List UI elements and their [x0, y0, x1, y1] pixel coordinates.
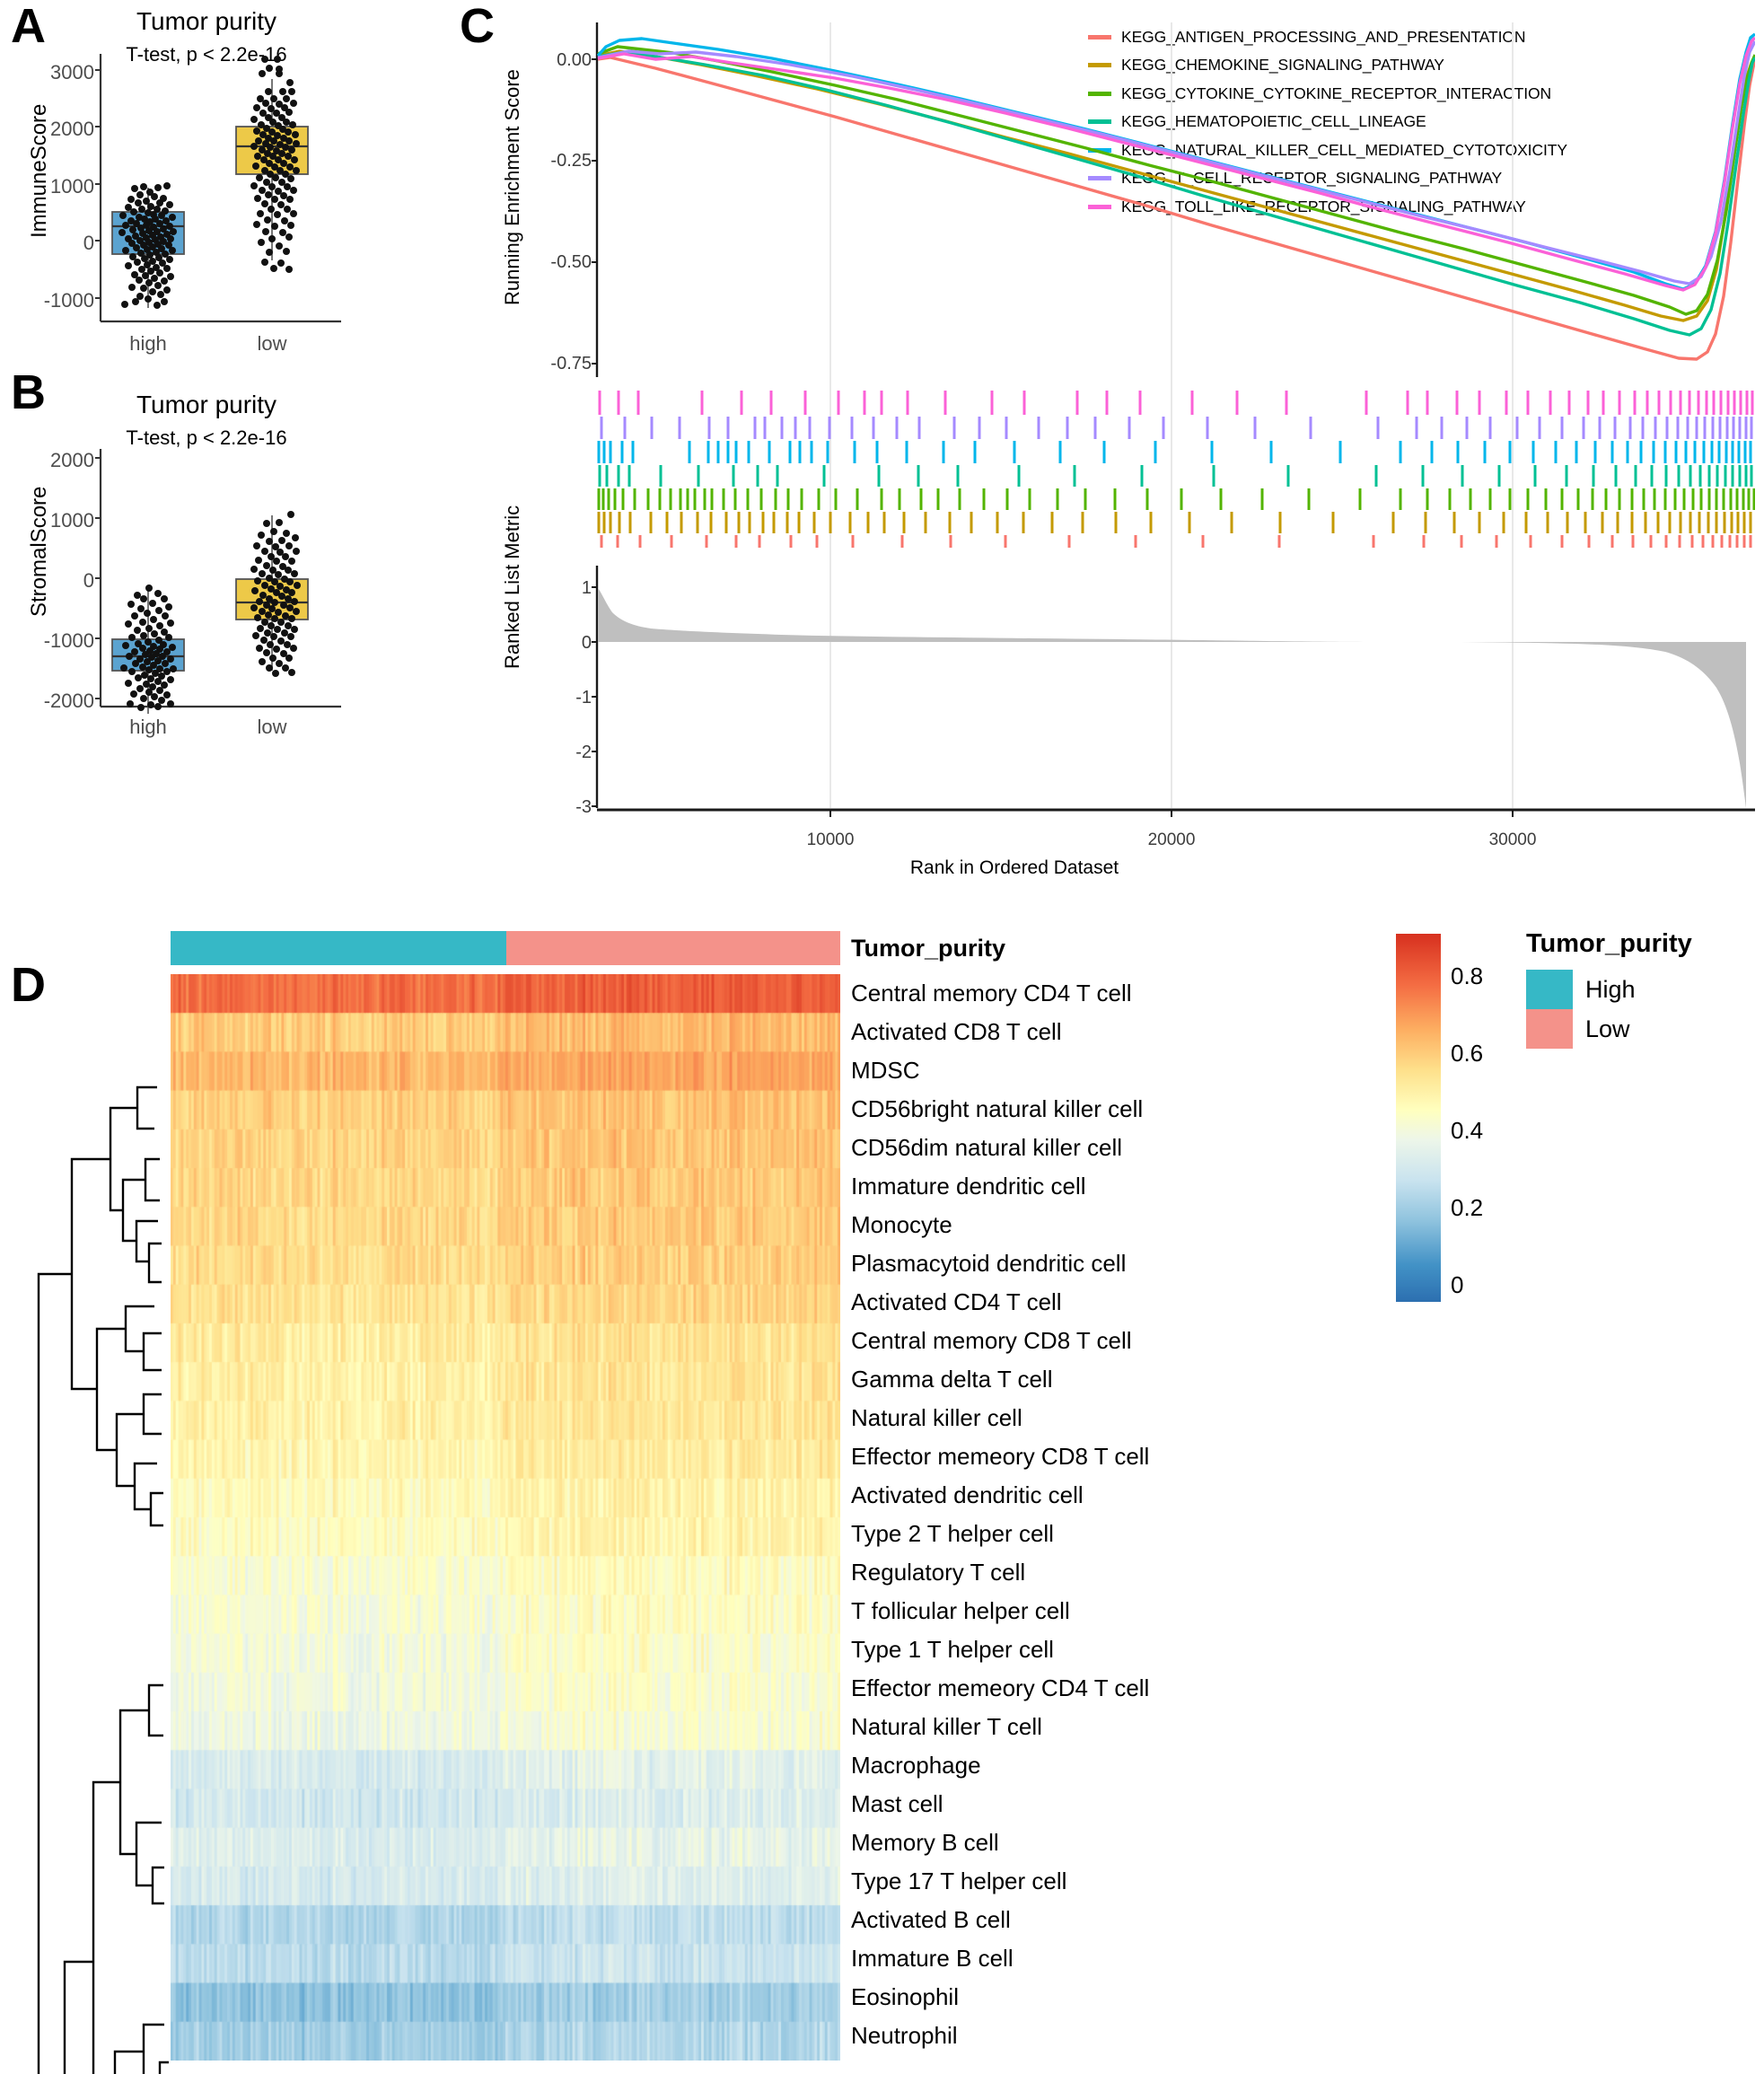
panel-c-plot-area [592, 22, 1755, 817]
annotation-bar-high [171, 931, 506, 965]
heatmap-row-label: Natural killer T cell [851, 1713, 1042, 1740]
heatmap-body [171, 974, 840, 2061]
panel-b-plot-area [95, 449, 341, 714]
heatmap-row-label: Monocyte [851, 1211, 952, 1238]
heatmap-row-label: Central memory CD4 T cell [851, 980, 1132, 1006]
heatmap-row-label: Type 2 T helper cell [851, 1520, 1054, 1547]
heatmap-row-label: Activated CD4 T cell [851, 1288, 1062, 1315]
heatmap-row-label: Activated B cell [851, 1906, 1011, 1933]
heatmap-row-label: Activated dendritic cell [851, 1481, 1084, 1508]
heatmap-row-label: Neutrophil [851, 2022, 958, 2049]
heatmap-row-label: MDSC [851, 1057, 920, 1084]
panel-a-boxplot: Tumor purity T-test, p < 2.2e-16 ImmuneS… [0, 0, 413, 359]
category-legend-swatch-low [1526, 1009, 1573, 1049]
heatmap-row-label: Natural killer cell [851, 1404, 1022, 1431]
colorbar [1396, 934, 1441, 1302]
heatmap-row-label: Macrophage [851, 1752, 981, 1779]
heatmap-row-label: Memory B cell [851, 1829, 999, 1856]
heatmap-row-label: Effector memeory CD4 T cell [851, 1674, 1150, 1701]
heatmap-row-label: Gamma delta T cell [851, 1366, 1053, 1393]
panel-b-boxplot: Tumor purity T-test, p < 2.2e-16 Stromal… [0, 364, 413, 738]
heatmap-row-label: Eosinophil [851, 1983, 959, 2010]
heatmap-row-label: CD56dim natural killer cell [851, 1134, 1122, 1161]
heatmap-row-label: Immature dendritic cell [851, 1173, 1086, 1200]
colorbar-tick: 0.6 [1451, 1040, 1484, 1067]
heatmap-row-label: Type 17 T helper cell [851, 1867, 1067, 1894]
heatmap-row-label: Effector memeory CD8 T cell [851, 1443, 1150, 1470]
heatmap-row-label: T follicular helper cell [851, 1597, 1070, 1624]
colorbar-tick: 0.2 [1451, 1194, 1484, 1221]
panel-d-heatmap: Tumor_purity Central memory CD4 T cell A… [0, 929, 1764, 2074]
heatmap-row-label: Central memory CD8 T cell [851, 1327, 1132, 1354]
category-legend-swatch-high [1526, 970, 1573, 1009]
heatmap-row-label: Type 1 T helper cell [851, 1636, 1054, 1663]
panel-c-gsea: Running Enrichment Score Ranked List Met… [476, 0, 1764, 878]
heatmap-row-label: Immature B cell [851, 1945, 1014, 1972]
annotation-bar-low [506, 931, 840, 965]
heatmap-row-label: Activated CD8 T cell [851, 1018, 1062, 1045]
category-legend-label-low: Low [1585, 1015, 1630, 1042]
heatmap-row-label: Mast cell [851, 1790, 943, 1817]
colorbar-tick: 0 [1451, 1271, 1464, 1298]
heatmap-row-label: Plasmacytoid dendritic cell [851, 1250, 1127, 1277]
panel-a-plot-area [95, 54, 341, 323]
colorbar-tick: 0.4 [1451, 1117, 1484, 1144]
category-legend-title: Tumor_purity [1526, 929, 1692, 958]
annotation-bar-label: Tumor_purity [851, 935, 1006, 962]
heatmap-row-label: Regulatory T cell [851, 1559, 1026, 1586]
category-legend-label-high: High [1585, 976, 1636, 1003]
heatmap-row-label: CD56bright natural killer cell [851, 1095, 1144, 1122]
colorbar-tick: 0.8 [1451, 962, 1484, 989]
